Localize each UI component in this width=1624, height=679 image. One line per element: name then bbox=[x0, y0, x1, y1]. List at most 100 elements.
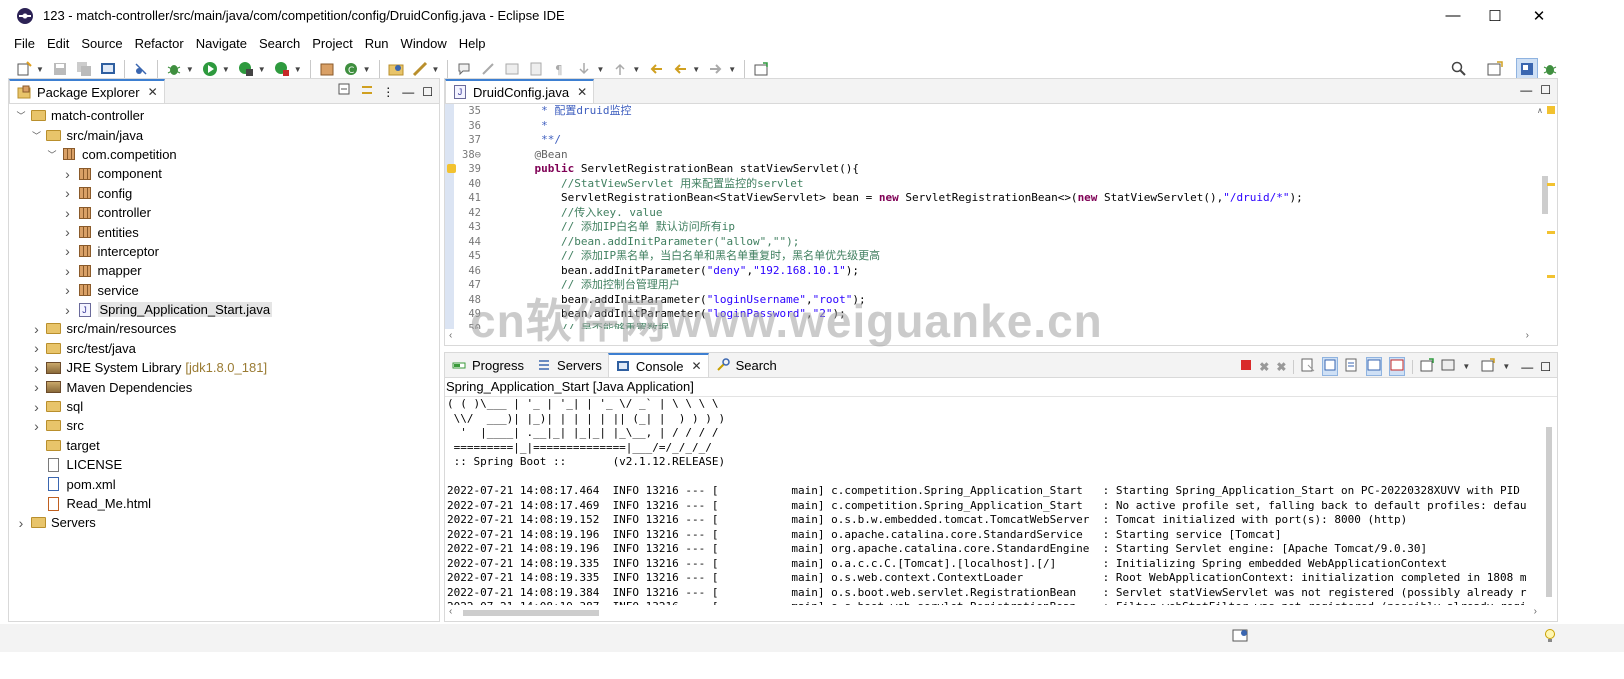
search-icon[interactable] bbox=[1451, 61, 1467, 77]
tree-item[interactable]: › src bbox=[9, 416, 439, 435]
code-line[interactable]: //StatViewServlet 用来配置监控的servlet bbox=[508, 177, 1537, 192]
new-class-dropdown-icon[interactable]: ▼ bbox=[363, 65, 371, 74]
tab-druidconfig-java[interactable]: J DruidConfig.java ✕ bbox=[445, 79, 595, 103]
tree-item[interactable]: › Servers bbox=[9, 513, 439, 532]
code-line[interactable]: //bean.addInitParameter("allow",""); bbox=[508, 235, 1537, 250]
editor-vertical-scrollbar[interactable]: ∧ bbox=[1533, 104, 1557, 329]
chevron-down-icon[interactable]: ﹀ bbox=[15, 109, 27, 122]
display-console-icon[interactable] bbox=[1441, 358, 1455, 375]
editor-scroll-thumb[interactable] bbox=[1542, 176, 1548, 214]
menu-refactor[interactable]: Refactor bbox=[129, 36, 190, 51]
tree-item[interactable]: › interceptor bbox=[9, 242, 439, 261]
toggle-block-selection-icon[interactable] bbox=[528, 61, 544, 77]
close-tab-icon[interactable]: ✕ bbox=[577, 85, 587, 99]
scroll-right-icon[interactable]: › bbox=[1526, 330, 1529, 341]
open-task-icon[interactable] bbox=[412, 61, 428, 77]
close-tab-icon[interactable]: ✕ bbox=[692, 359, 702, 373]
terminate-icon[interactable] bbox=[1240, 359, 1252, 374]
chevron-right-icon[interactable]: › bbox=[62, 302, 74, 318]
code-line[interactable]: * 配置druid监控 bbox=[508, 104, 1537, 119]
debug-dropdown-icon[interactable]: ▼ bbox=[186, 65, 194, 74]
new-java-package-icon[interactable] bbox=[319, 61, 335, 77]
menu-window[interactable]: Window bbox=[395, 36, 453, 51]
tab-package-explorer[interactable]: Package Explorer ✕ bbox=[9, 79, 165, 103]
tree-item[interactable]: › src/test/java bbox=[9, 339, 439, 358]
forward-dropdown-icon[interactable]: ▼ bbox=[728, 65, 736, 74]
scroll-lock-icon[interactable] bbox=[1322, 357, 1339, 376]
open-type-icon[interactable] bbox=[388, 61, 404, 77]
tree-item[interactable]: ﹀ match-controller bbox=[9, 106, 439, 125]
remove-all-terminated-icon[interactable]: ✖ bbox=[1276, 360, 1286, 374]
tree-item[interactable]: › entities bbox=[9, 222, 439, 241]
console-horizontal-scrollbar[interactable]: ‹ › bbox=[445, 605, 1541, 621]
chevron-down-icon[interactable]: ﹀ bbox=[46, 148, 58, 161]
code-line[interactable]: public ServletRegistrationBean statViewS… bbox=[508, 162, 1537, 177]
tab-progress[interactable]: Progress bbox=[445, 353, 530, 377]
chevron-right-icon[interactable]: › bbox=[31, 340, 43, 356]
tree-item[interactable]: › mapper bbox=[9, 261, 439, 280]
code-line[interactable]: ServletRegistrationBean<StatViewServlet>… bbox=[508, 191, 1537, 206]
java-ee-perspective-icon[interactable] bbox=[1516, 58, 1538, 80]
collapse-all-icon[interactable] bbox=[338, 83, 352, 100]
show-on-stderr-icon[interactable] bbox=[1389, 357, 1406, 376]
view-menu-icon[interactable]: ⋮ bbox=[382, 85, 394, 99]
tree-item[interactable]: › config bbox=[9, 184, 439, 203]
coverage-icon[interactable] bbox=[238, 61, 254, 77]
tab-search[interactable]: Search bbox=[709, 353, 783, 377]
show-on-stdout-icon[interactable] bbox=[1366, 357, 1383, 376]
maximize-view-icon[interactable]: ☐ bbox=[1540, 83, 1551, 97]
menu-source[interactable]: Source bbox=[75, 36, 128, 51]
toggle-annotation-icon[interactable] bbox=[456, 61, 472, 77]
tree-item[interactable]: LICENSE bbox=[9, 455, 439, 474]
chevron-right-icon[interactable]: › bbox=[62, 263, 74, 279]
code-line[interactable]: @Bean bbox=[508, 148, 1537, 163]
tree-item[interactable]: ﹀ com.competition bbox=[9, 145, 439, 164]
debug-icon[interactable] bbox=[166, 61, 182, 77]
pin-console-icon[interactable] bbox=[1420, 358, 1435, 375]
chevron-right-icon[interactable]: › bbox=[62, 205, 74, 221]
chevron-right-icon[interactable]: › bbox=[31, 321, 43, 337]
menu-help[interactable]: Help bbox=[453, 36, 492, 51]
tree-item[interactable]: › controller bbox=[9, 203, 439, 222]
code-line[interactable]: * bbox=[508, 119, 1537, 134]
chevron-right-icon[interactable]: › bbox=[31, 379, 43, 395]
maximize-button[interactable]: ☐ bbox=[1472, 0, 1518, 31]
coverage-dropdown-icon[interactable]: ▼ bbox=[258, 65, 266, 74]
tree-item[interactable]: › J Spring_Application_Start.java bbox=[9, 300, 439, 319]
menu-search[interactable]: Search bbox=[253, 36, 306, 51]
console-scroll-thumb[interactable] bbox=[1546, 427, 1552, 597]
new-dropdown-icon[interactable]: ▼ bbox=[36, 65, 44, 74]
menu-project[interactable]: Project bbox=[306, 36, 358, 51]
code-line[interactable]: // 添加IP黑名单，当白名单和黑名单重复时，黑名单优先级更高 bbox=[508, 249, 1537, 264]
code-line[interactable]: **/ bbox=[508, 133, 1537, 148]
open-console-dropdown-icon[interactable]: ▼ bbox=[1502, 362, 1510, 371]
tree-item[interactable]: › JRE System Library [jdk1.8.0_181] bbox=[9, 358, 439, 377]
menu-edit[interactable]: Edit bbox=[41, 36, 75, 51]
tree-item[interactable]: › service bbox=[9, 281, 439, 300]
run-dropdown-icon[interactable]: ▼ bbox=[222, 65, 230, 74]
show-whitespace-icon[interactable]: ¶ bbox=[552, 61, 568, 77]
menu-navigate[interactable]: Navigate bbox=[190, 36, 253, 51]
maximize-view-icon[interactable]: ☐ bbox=[422, 85, 433, 99]
save-icon[interactable] bbox=[52, 61, 68, 77]
tree-item[interactable]: Read_Me.html bbox=[9, 494, 439, 513]
chevron-right-icon[interactable]: › bbox=[62, 166, 74, 182]
new-icon[interactable] bbox=[16, 61, 32, 77]
display-console-dropdown-icon[interactable]: ▼ bbox=[1462, 362, 1470, 371]
remove-launch-icon[interactable]: ✖ bbox=[1259, 360, 1269, 374]
code-line[interactable]: bean.addInitParameter("deny","192.168.10… bbox=[508, 264, 1537, 279]
chevron-down-icon[interactable]: ﹀ bbox=[31, 129, 43, 142]
minimize-view-icon[interactable]: — bbox=[402, 85, 414, 99]
clear-console-icon[interactable] bbox=[1301, 358, 1315, 375]
close-button[interactable]: ✕ bbox=[1516, 0, 1562, 31]
toggle-breadcrumb-icon[interactable] bbox=[504, 61, 520, 77]
debug-perspective-icon[interactable] bbox=[1542, 61, 1558, 77]
tips-icon[interactable] bbox=[1544, 628, 1556, 647]
scroll-right-icon[interactable]: › bbox=[1534, 606, 1537, 617]
tab-servers[interactable]: Servers bbox=[530, 353, 608, 377]
word-wrap-icon[interactable] bbox=[1345, 358, 1359, 375]
chevron-right-icon[interactable]: › bbox=[15, 515, 27, 531]
scroll-left-icon[interactable]: ‹ bbox=[449, 330, 452, 341]
chevron-right-icon[interactable]: › bbox=[62, 243, 74, 259]
code-line[interactable]: //传入key. value bbox=[508, 206, 1537, 221]
